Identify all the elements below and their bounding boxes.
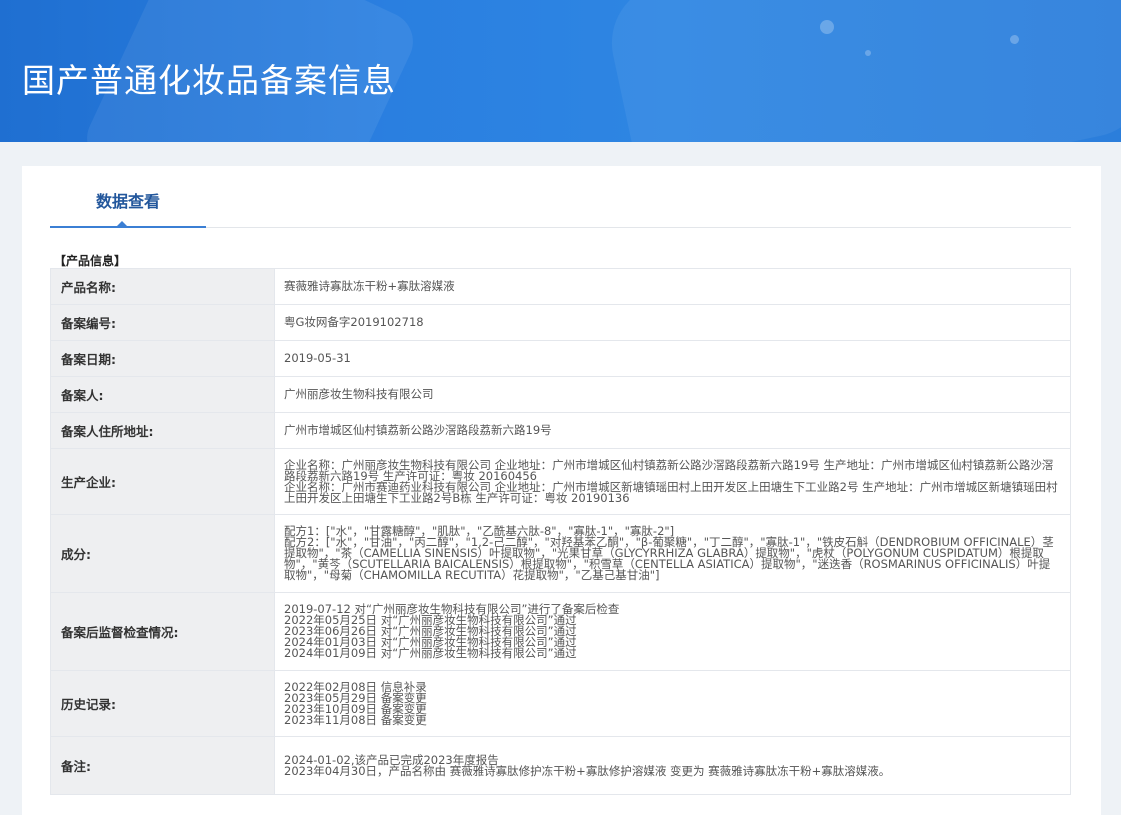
field-label: 备案后监督检查情况: — [50, 592, 275, 671]
field-value: 2019-07-12 对“广州丽彦妆生物科技有限公司”进行了备案后检查 2022年… — [274, 592, 1071, 671]
field-value-line: 2023年04月30日，产品名称由 赛薇雅诗寡肽修护冻干粉+寡肽修护溶媒液 变更… — [284, 763, 891, 778]
field-value: 粤G妆网备字2019102718 — [274, 304, 1071, 341]
banner-decoration — [865, 50, 871, 56]
field-label: 备案编号: — [50, 304, 275, 341]
field-value-line: 企业名称：广州市赛迪药业科技有限公司 企业地址：广州市增城区新塘镇瑶田村上田开发… — [284, 479, 1058, 505]
content-card: 数据查看 【产品信息】 产品名称: 赛薇雅诗寡肽冻干粉+寡肽溶媒液 备案编号: 粤G妆… — [22, 166, 1101, 815]
info-row-remarks: 备注: 2024-01-02,该产品已完成2023年度报告 2023年04月30日，… — [50, 736, 1071, 795]
header-banner: 国产普通化妆品备案信息 — [0, 0, 1121, 142]
tab-active-caret-icon — [116, 221, 128, 227]
field-label: 备案日期: — [50, 340, 275, 377]
field-value: 赛薇雅诗寡肽冻干粉+寡肽溶媒液 — [274, 268, 1071, 305]
info-row-post-filing-inspection: 备案后监督检查情况: 2019-07-12 对“广州丽彦妆生物科技有限公司”进行了… — [50, 592, 1071, 671]
info-row-history: 历史记录: 2022年02月08日 信息补录 2023年05月29日 备案变更 202… — [50, 670, 1071, 737]
field-value: 配方1：["水"，"甘露糖醇"，"肌肽"，"乙酰基六肽-8"，"寡肽-1"，"寡… — [274, 514, 1071, 593]
field-value-line: 2019-05-31 — [284, 351, 351, 365]
banner-decoration — [1010, 35, 1019, 44]
tab-label: 数据查看 — [95, 192, 160, 211]
field-label: 历史记录: — [50, 670, 275, 737]
info-row-filer: 备案人: 广州丽彦妆生物科技有限公司 — [50, 376, 1071, 413]
field-value-line: 广州丽彦妆生物科技有限公司 — [284, 387, 434, 401]
field-label: 备案人住所地址: — [50, 412, 275, 449]
info-row-ingredients: 成分: 配方1：["水"，"甘露糖醇"，"肌肽"，"乙酰基六肽-8"，"寡肽-1"… — [50, 514, 1071, 593]
field-value-line: 2024年01月09日 对“广州丽彦妆生物科技有限公司”通过 — [284, 646, 577, 660]
field-value: 广州丽彦妆生物科技有限公司 — [274, 376, 1071, 413]
field-value-line: 配方2：["水"，"甘油"，"丙二醇"，"1,2-己二醇"，"对羟基苯乙酮"，"… — [284, 535, 1054, 582]
tab-bar: 数据查看 — [50, 166, 1071, 228]
field-value-line: 企业名称：广州丽彦妆生物科技有限公司 企业地址：广州市增城区仙村镇荔新公路沙滘路… — [284, 457, 1054, 483]
banner-decoration — [600, 0, 1121, 142]
page-title: 国产普通化妆品备案信息 — [22, 61, 396, 100]
field-value: 企业名称：广州丽彦妆生物科技有限公司 企业地址：广州市增城区仙村镇荔新公路沙滘路… — [274, 448, 1071, 515]
field-value-line: 广州市增城区仙村镇荔新公路沙滘路段荔新六路19号 — [284, 423, 552, 437]
info-row-filing-date: 备案日期: 2019-05-31 — [50, 340, 1071, 377]
field-value: 2024-01-02,该产品已完成2023年度报告 2023年04月30日，产品名… — [274, 736, 1071, 795]
field-label: 备注: — [50, 736, 275, 795]
field-label: 产品名称: — [50, 268, 275, 305]
section-heading: 【产品信息】 — [54, 254, 127, 268]
field-value: 2019-05-31 — [274, 340, 1071, 377]
field-label: 生产企业: — [50, 448, 275, 515]
banner-decoration — [820, 20, 834, 34]
field-value-line: 2023年11月08日 备案变更 — [284, 712, 427, 727]
product-info-table: 产品名称: 赛薇雅诗寡肽冻干粉+寡肽溶媒液 备案编号: 粤G妆网备字201910271… — [50, 268, 1071, 795]
info-row-filer-address: 备案人住所地址: 广州市增城区仙村镇荔新公路沙滘路段荔新六路19号 — [50, 412, 1071, 449]
info-row-manufacturer: 生产企业: 企业名称：广州丽彦妆生物科技有限公司 企业地址：广州市增城区仙村镇荔新… — [50, 448, 1071, 515]
field-value: 广州市增城区仙村镇荔新公路沙滘路段荔新六路19号 — [274, 412, 1071, 449]
field-label: 成分: — [50, 514, 275, 593]
field-value: 2022年02月08日 信息补录 2023年05月29日 备案变更 2023年10月… — [274, 670, 1071, 737]
tab-data-view[interactable]: 数据查看 — [50, 166, 206, 228]
info-row-filing-number: 备案编号: 粤G妆网备字2019102718 — [50, 304, 1071, 341]
field-value-line: 赛薇雅诗寡肽冻干粉+寡肽溶媒液 — [284, 279, 455, 293]
info-row-product-name: 产品名称: 赛薇雅诗寡肽冻干粉+寡肽溶媒液 — [50, 268, 1071, 305]
field-value-line: 粤G妆网备字2019102718 — [284, 315, 424, 329]
field-label: 备案人: — [50, 376, 275, 413]
